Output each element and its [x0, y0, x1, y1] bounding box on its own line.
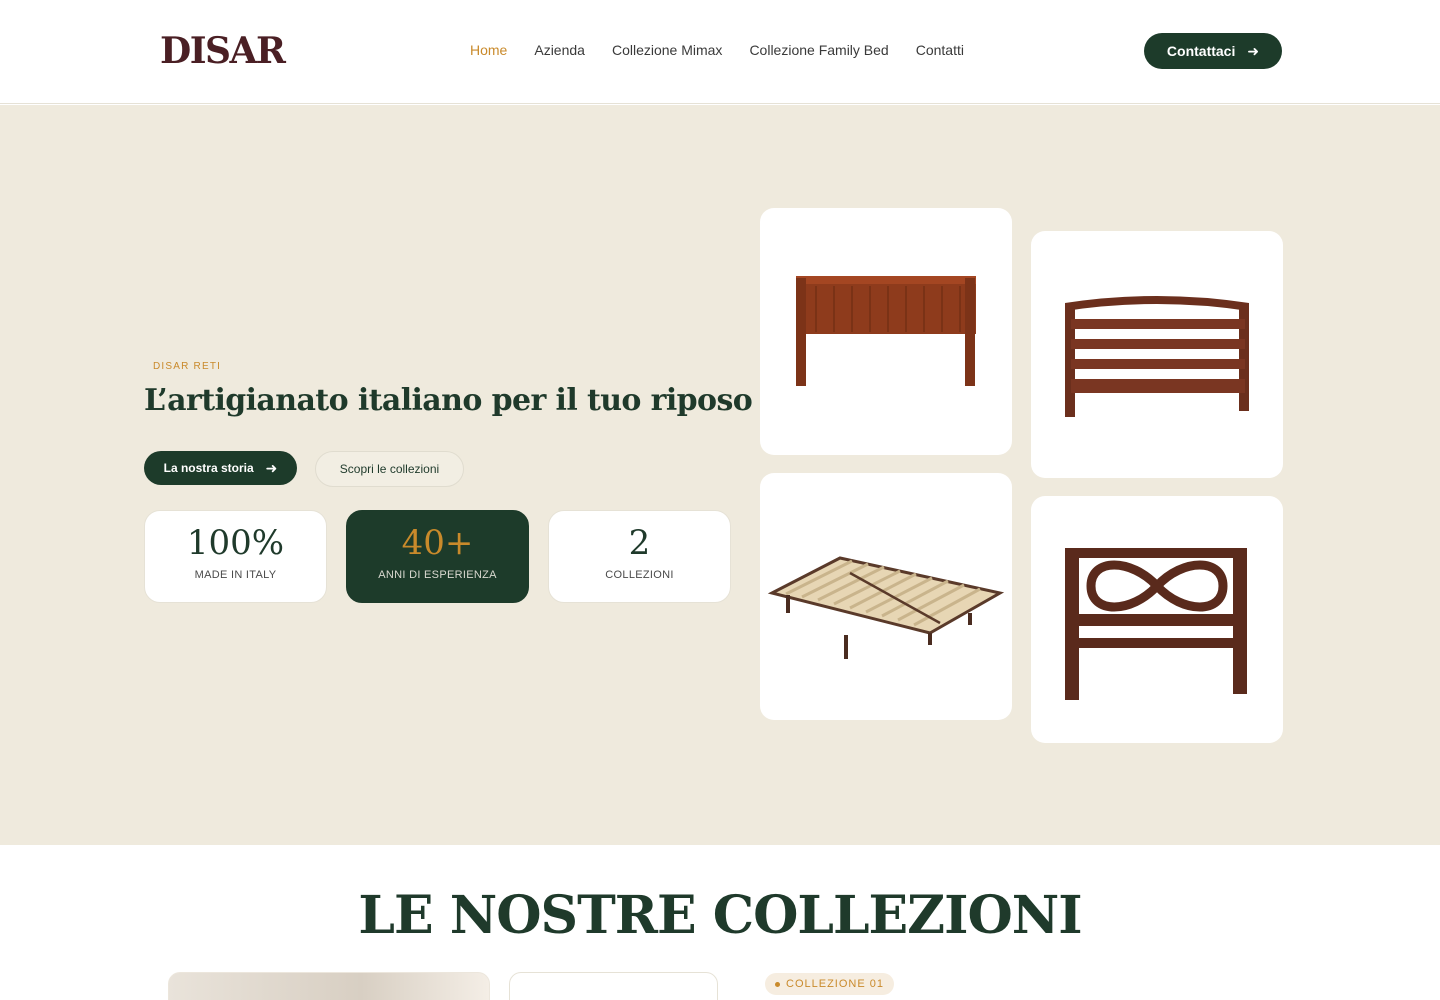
collection-image[interactable]: [168, 972, 490, 1000]
stat-card-experience: 40+ ANNI DI ESPERIENZA: [346, 510, 529, 603]
product-card-headboard-panel[interactable]: [760, 208, 1012, 455]
product-card-slatted-base[interactable]: [760, 473, 1012, 720]
collections-title: LE NOSTRE COLLEZIONI: [358, 885, 1082, 946]
stat-value: 100%: [186, 523, 285, 563]
product-card-headboard-slats[interactable]: [1031, 231, 1283, 478]
stat-label: ANNI DI ESPERIENZA: [378, 569, 497, 581]
nav-collezione-family-bed[interactable]: Collezione Family Bed: [749, 42, 888, 58]
headboard-panel-image: [796, 276, 976, 386]
hero-eyebrow: DISAR RETI: [153, 361, 222, 372]
stat-value: 40+: [401, 523, 474, 563]
slatted-base-image: [767, 556, 1005, 659]
stat-label: COLLEZIONI: [605, 569, 674, 581]
headboard-slats-image: [1065, 296, 1249, 417]
our-story-button[interactable]: La nostra storia ➜: [144, 451, 297, 485]
headboard-infinity-image: [1065, 548, 1247, 700]
stat-card-made-in-italy: 100% MADE IN ITALY: [144, 510, 327, 603]
stat-value: 2: [628, 523, 651, 563]
stat-label: MADE IN ITALY: [194, 569, 277, 581]
nav-home[interactable]: Home: [470, 42, 507, 58]
logo[interactable]: DISAR: [160, 30, 286, 72]
site-header: DISAR Home Azienda Collezione Mimax Coll…: [0, 0, 1440, 104]
product-card-headboard-infinity[interactable]: [1031, 496, 1283, 743]
nav-azienda[interactable]: Azienda: [534, 42, 585, 58]
collection-card[interactable]: [509, 972, 718, 1000]
dot-icon: [775, 981, 780, 987]
main-nav: Home Azienda Collezione Mimax Collezione…: [470, 42, 991, 58]
arrow-right-icon: ➜: [1247, 42, 1260, 59]
hero-title: L’artigianato italiano per il tuo riposo: [144, 383, 753, 418]
nav-collezione-mimax[interactable]: Collezione Mimax: [612, 42, 722, 58]
stat-card-collections: 2 COLLEZIONI: [548, 510, 731, 603]
discover-collections-button[interactable]: Scopri le collezioni: [315, 451, 464, 487]
arrow-right-icon: ➜: [265, 459, 278, 476]
contact-button[interactable]: Contattaci ➜: [1144, 33, 1282, 69]
contact-button-label: Contattaci: [1166, 43, 1236, 59]
collection-badge-label: COLLEZIONE 01: [786, 978, 884, 990]
hero-section: DISAR RETI L’artigianato italiano per il…: [0, 105, 1440, 845]
our-story-button-label: La nostra storia: [163, 461, 254, 475]
nav-contatti[interactable]: Contatti: [916, 42, 964, 58]
discover-collections-button-label: Scopri le collezioni: [339, 462, 440, 476]
collection-badge: COLLEZIONE 01: [765, 973, 894, 995]
